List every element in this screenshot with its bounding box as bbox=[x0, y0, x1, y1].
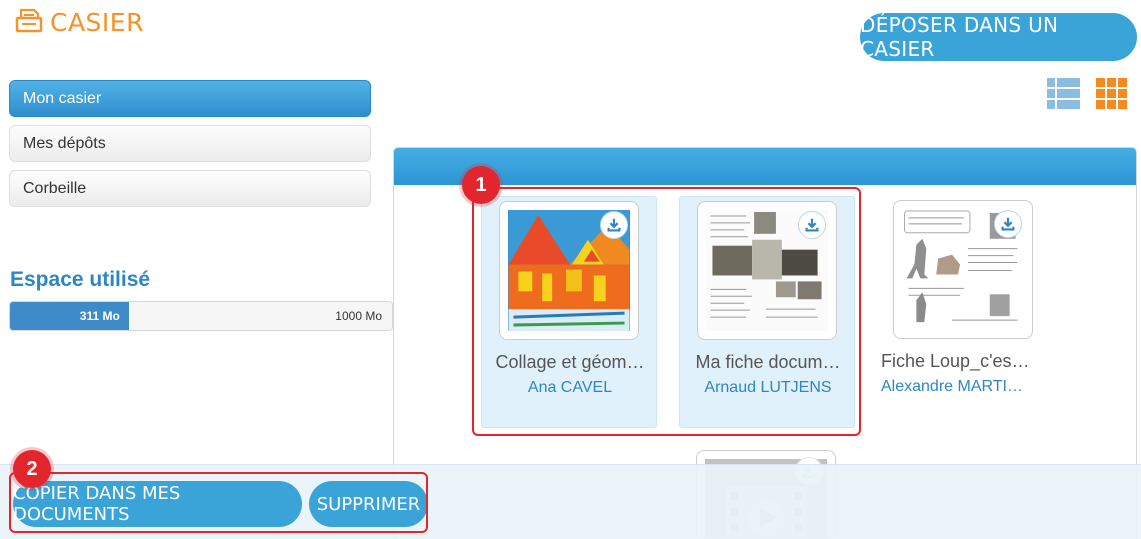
sidebar: Mon casier Mes dépôts Corbeille bbox=[9, 80, 371, 215]
document-thumbnail bbox=[893, 200, 1033, 339]
document-author[interactable]: Alexandre MARTI… bbox=[881, 378, 1050, 396]
storage-used-label: 311 Mo bbox=[79, 309, 120, 323]
sidebar-item-mon-casier[interactable]: Mon casier bbox=[9, 80, 371, 117]
annotation-badge: 2 bbox=[13, 450, 51, 488]
document-author[interactable]: Ana CAVEL bbox=[487, 379, 653, 397]
sidebar-item-corbeille[interactable]: Corbeille bbox=[9, 170, 371, 207]
storage-title: Espace utilisé bbox=[10, 268, 151, 291]
document-name: Collage et géom… bbox=[495, 352, 645, 372]
document-card[interactable]: Ma fiche docum… Arnaud LUTJENS bbox=[679, 196, 855, 428]
download-icon[interactable] bbox=[798, 211, 826, 239]
storage-used-fill: 311 Mo bbox=[10, 302, 129, 330]
app-title: CASIER bbox=[14, 6, 144, 39]
storage-bar: 311 Mo 1000 Mo bbox=[9, 301, 393, 331]
action-bar: COPIER DANS MES DOCUMENTS SUPPRIMER bbox=[0, 464, 1141, 539]
document-name: Fiche Loup_c'es… bbox=[881, 351, 1030, 371]
grid-view-icon[interactable] bbox=[1096, 78, 1129, 109]
casier-icon bbox=[14, 6, 44, 39]
page-title: CASIER bbox=[50, 8, 144, 37]
panel-header bbox=[394, 148, 1136, 185]
download-icon[interactable] bbox=[600, 211, 628, 239]
document-thumbnail bbox=[499, 201, 639, 340]
delete-button[interactable]: SUPPRIMER bbox=[309, 481, 428, 527]
document-card[interactable]: Fiche Loup_c'es… Alexandre MARTI… bbox=[877, 196, 1053, 428]
storage-total-label: 1000 Mo bbox=[335, 309, 382, 323]
annotation-badge: 1 bbox=[462, 166, 500, 204]
deposit-button[interactable]: DÉPOSER DANS UN CASIER bbox=[860, 13, 1137, 61]
document-author[interactable]: Arnaud LUTJENS bbox=[685, 379, 851, 397]
copy-to-documents-button[interactable]: COPIER DANS MES DOCUMENTS bbox=[13, 481, 302, 527]
list-view-icon[interactable] bbox=[1047, 78, 1080, 109]
document-thumbnail bbox=[697, 201, 837, 340]
document-card[interactable]: Collage et géom… Ana CAVEL bbox=[481, 196, 657, 428]
document-name: Ma fiche docum… bbox=[695, 352, 841, 372]
sidebar-item-mes-depots[interactable]: Mes dépôts bbox=[9, 125, 371, 162]
download-icon[interactable] bbox=[994, 210, 1022, 238]
